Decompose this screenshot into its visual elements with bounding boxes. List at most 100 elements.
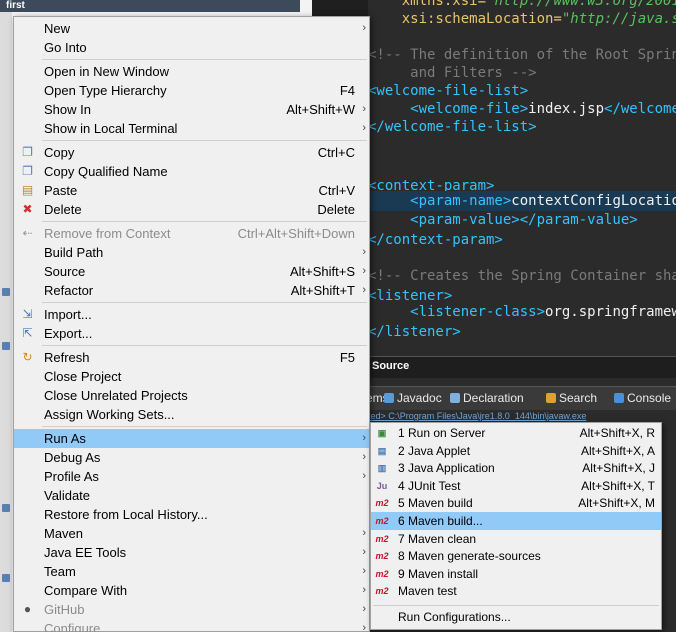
submenu-item-label: 3 Java Application bbox=[398, 461, 495, 476]
maven-icon: m2 bbox=[375, 551, 389, 562]
menu-item-validate[interactable]: Validate bbox=[14, 486, 369, 505]
tab-declaration[interactable]: Declaration bbox=[450, 391, 524, 405]
menu-item-label: Paste bbox=[44, 183, 78, 198]
submenu-item-shortcut: Alt+Shift+X, J bbox=[582, 461, 655, 476]
editor-tab-bar: Source bbox=[368, 356, 676, 378]
menu-item-java-ee-tools[interactable]: Java EE Tools › bbox=[14, 543, 369, 562]
tab-label: Search bbox=[559, 391, 598, 405]
menu-item-run-as[interactable]: Run As › bbox=[14, 429, 369, 448]
menu-item-label: Import... bbox=[44, 307, 92, 322]
menu-separator bbox=[42, 59, 367, 60]
menu-item-delete[interactable]: ✖ Delete Delete bbox=[14, 200, 369, 219]
menu-item-show-in-local-terminal[interactable]: Show in Local Terminal › bbox=[14, 119, 369, 138]
code-token: <welcome-file> bbox=[368, 101, 529, 117]
menu-item-configure: Configure › bbox=[14, 619, 369, 632]
menu-item-shortcut: Alt+Shift+W bbox=[286, 102, 355, 117]
submenu-item-6-maven-build[interactable]: m2 6 Maven build... bbox=[371, 512, 661, 530]
menu-item-new[interactable]: New › bbox=[14, 19, 369, 38]
menu-item-assign-working-sets[interactable]: Assign Working Sets... bbox=[14, 405, 369, 424]
code-token: contextConfigLocation bbox=[511, 193, 676, 209]
menu-item-remove-from-context: ⇠ Remove from Context Ctrl+Alt+Shift+Down bbox=[14, 224, 369, 243]
menu-item-label: Validate bbox=[44, 488, 91, 503]
menu-item-close-unrelated-projects[interactable]: Close Unrelated Projects bbox=[14, 386, 369, 405]
console-process-label: ted> C:\Program Files\Java\jre1.8.0_144\… bbox=[368, 410, 676, 422]
tab-javadoc[interactable]: Javadoc bbox=[384, 391, 442, 405]
submenu-item-1-run-on-server[interactable]: ▣ 1 Run on Server Alt+Shift+X, R bbox=[371, 424, 661, 442]
maven-icon: m2 bbox=[375, 586, 389, 597]
code-token: <welcome-file-list> bbox=[368, 83, 529, 99]
import-icon: ⇲ bbox=[22, 307, 33, 321]
menu-item-export[interactable]: ⇱ Export... bbox=[14, 324, 369, 343]
xml-editor[interactable]: xmlns:xsi="http://www.w3.org/2001/XMLSch… bbox=[368, 0, 676, 356]
submenu-item-shortcut: Alt+Shift+X, M bbox=[578, 496, 655, 511]
chevron-right-icon: › bbox=[362, 584, 366, 596]
menu-item-maven[interactable]: Maven › bbox=[14, 524, 369, 543]
menu-item-label: Show In bbox=[44, 102, 91, 117]
menu-item-build-path[interactable]: Build Path › bbox=[14, 243, 369, 262]
submenu-item-8-maven-generate-sources[interactable]: m2 8 Maven generate-sources bbox=[371, 547, 661, 565]
submenu-item-5-maven-build[interactable]: m2 5 Maven build Alt+Shift+X, M bbox=[371, 494, 661, 512]
menu-item-import[interactable]: ⇲ Import... bbox=[14, 305, 369, 324]
tab-console[interactable]: Console bbox=[614, 391, 671, 405]
code-token: </param-value> bbox=[519, 212, 638, 228]
menu-item-label: Compare With bbox=[44, 583, 128, 598]
submenu-item-4-junit-test[interactable]: Ju 4 JUnit Test Alt+Shift+X, T bbox=[371, 477, 661, 495]
menu-item-label: Open in New Window bbox=[44, 64, 169, 79]
menu-item-close-project[interactable]: Close Project bbox=[14, 367, 369, 386]
menu-item-profile-as[interactable]: Profile As › bbox=[14, 467, 369, 486]
menu-item-debug-as[interactable]: Debug As › bbox=[14, 448, 369, 467]
code-token: index.jsp bbox=[528, 101, 605, 117]
code-token: xmlns:xsi= bbox=[368, 0, 487, 9]
menu-item-copy-qualified-name[interactable]: ❐ Copy Qualified Name bbox=[14, 162, 369, 181]
menu-item-refactor[interactable]: Refactor Alt+Shift+T › bbox=[14, 281, 369, 300]
menu-item-label: Maven bbox=[44, 526, 84, 541]
code-line: <listener-class>org.springframework.web.… bbox=[368, 302, 676, 322]
refresh-icon: ↻ bbox=[22, 350, 33, 364]
menu-item-team[interactable]: Team › bbox=[14, 562, 369, 581]
maven-icon: m2 bbox=[375, 568, 389, 579]
menu-item-paste[interactable]: ▤ Paste Ctrl+V bbox=[14, 181, 369, 200]
remove-from-context-icon: ⇠ bbox=[22, 226, 33, 240]
submenu-item-7-maven-clean[interactable]: m2 7 Maven clean bbox=[371, 530, 661, 548]
tab-label: Declaration bbox=[463, 391, 524, 405]
menu-item-label: Go Into bbox=[44, 40, 87, 55]
submenu-item-label: 4 JUnit Test bbox=[398, 478, 461, 493]
code-token: <listener-class> bbox=[368, 304, 546, 320]
menu-item-open-type-hierarchy[interactable]: Open Type Hierarchy F4 bbox=[14, 81, 369, 100]
submenu-item-label: 7 Maven clean bbox=[398, 531, 477, 546]
submenu-item-maven-test[interactable]: m2 Maven test bbox=[371, 582, 661, 600]
menu-item-refresh[interactable]: ↻ Refresh F5 bbox=[14, 348, 369, 367]
tab-label: Javadoc bbox=[397, 391, 442, 405]
menu-item-label: Build Path bbox=[44, 245, 104, 260]
menu-item-compare-with[interactable]: Compare With › bbox=[14, 581, 369, 600]
chevron-right-icon: › bbox=[362, 265, 366, 277]
chevron-right-icon: › bbox=[362, 603, 366, 615]
submenu-item-3-java-application[interactable]: ▥ 3 Java Application Alt+Shift+X, J bbox=[371, 459, 661, 477]
delete-icon: ✖ bbox=[22, 202, 33, 216]
menu-item-show-in[interactable]: Show In Alt+Shift+W › bbox=[14, 100, 369, 119]
menu-item-copy[interactable]: ❐ Copy Ctrl+C bbox=[14, 143, 369, 162]
chevron-right-icon: › bbox=[362, 122, 366, 134]
menu-item-restore-from-local-history[interactable]: Restore from Local History... bbox=[14, 505, 369, 524]
project-tree-item[interactable]: first bbox=[0, 0, 300, 12]
menu-item-go-into[interactable]: Go Into bbox=[14, 38, 369, 57]
menu-item-shortcut: F5 bbox=[339, 350, 355, 365]
menu-separator bbox=[42, 140, 367, 141]
submenu-item-2-java-applet[interactable]: ▤ 2 Java Applet Alt+Shift+X, A bbox=[371, 442, 661, 460]
submenu-item-run-configurations[interactable]: Run Configurations... bbox=[371, 608, 661, 626]
submenu-item-label: Maven test bbox=[398, 584, 457, 599]
submenu-item-9-maven-install[interactable]: m2 9 Maven install bbox=[371, 565, 661, 583]
code-token: <param-name> bbox=[368, 193, 512, 209]
submenu-item-label: 1 Run on Server bbox=[398, 426, 486, 440]
run-as-submenu: ▣ 1 Run on Server Alt+Shift+X, R ▤ 2 Java Ap… bbox=[370, 422, 662, 630]
menu-item-shortcut: Ctrl+C bbox=[317, 145, 355, 160]
menu-item-source[interactable]: Source Alt+Shift+S › bbox=[14, 262, 369, 281]
menu-item-open-in-new-window[interactable]: Open in New Window bbox=[14, 62, 369, 81]
folder-icon bbox=[2, 342, 10, 350]
github-icon: ● bbox=[23, 602, 32, 616]
tab-source[interactable]: Source bbox=[372, 360, 409, 372]
code-line: </listener> bbox=[368, 322, 676, 342]
tab-search[interactable]: Search bbox=[546, 391, 597, 405]
